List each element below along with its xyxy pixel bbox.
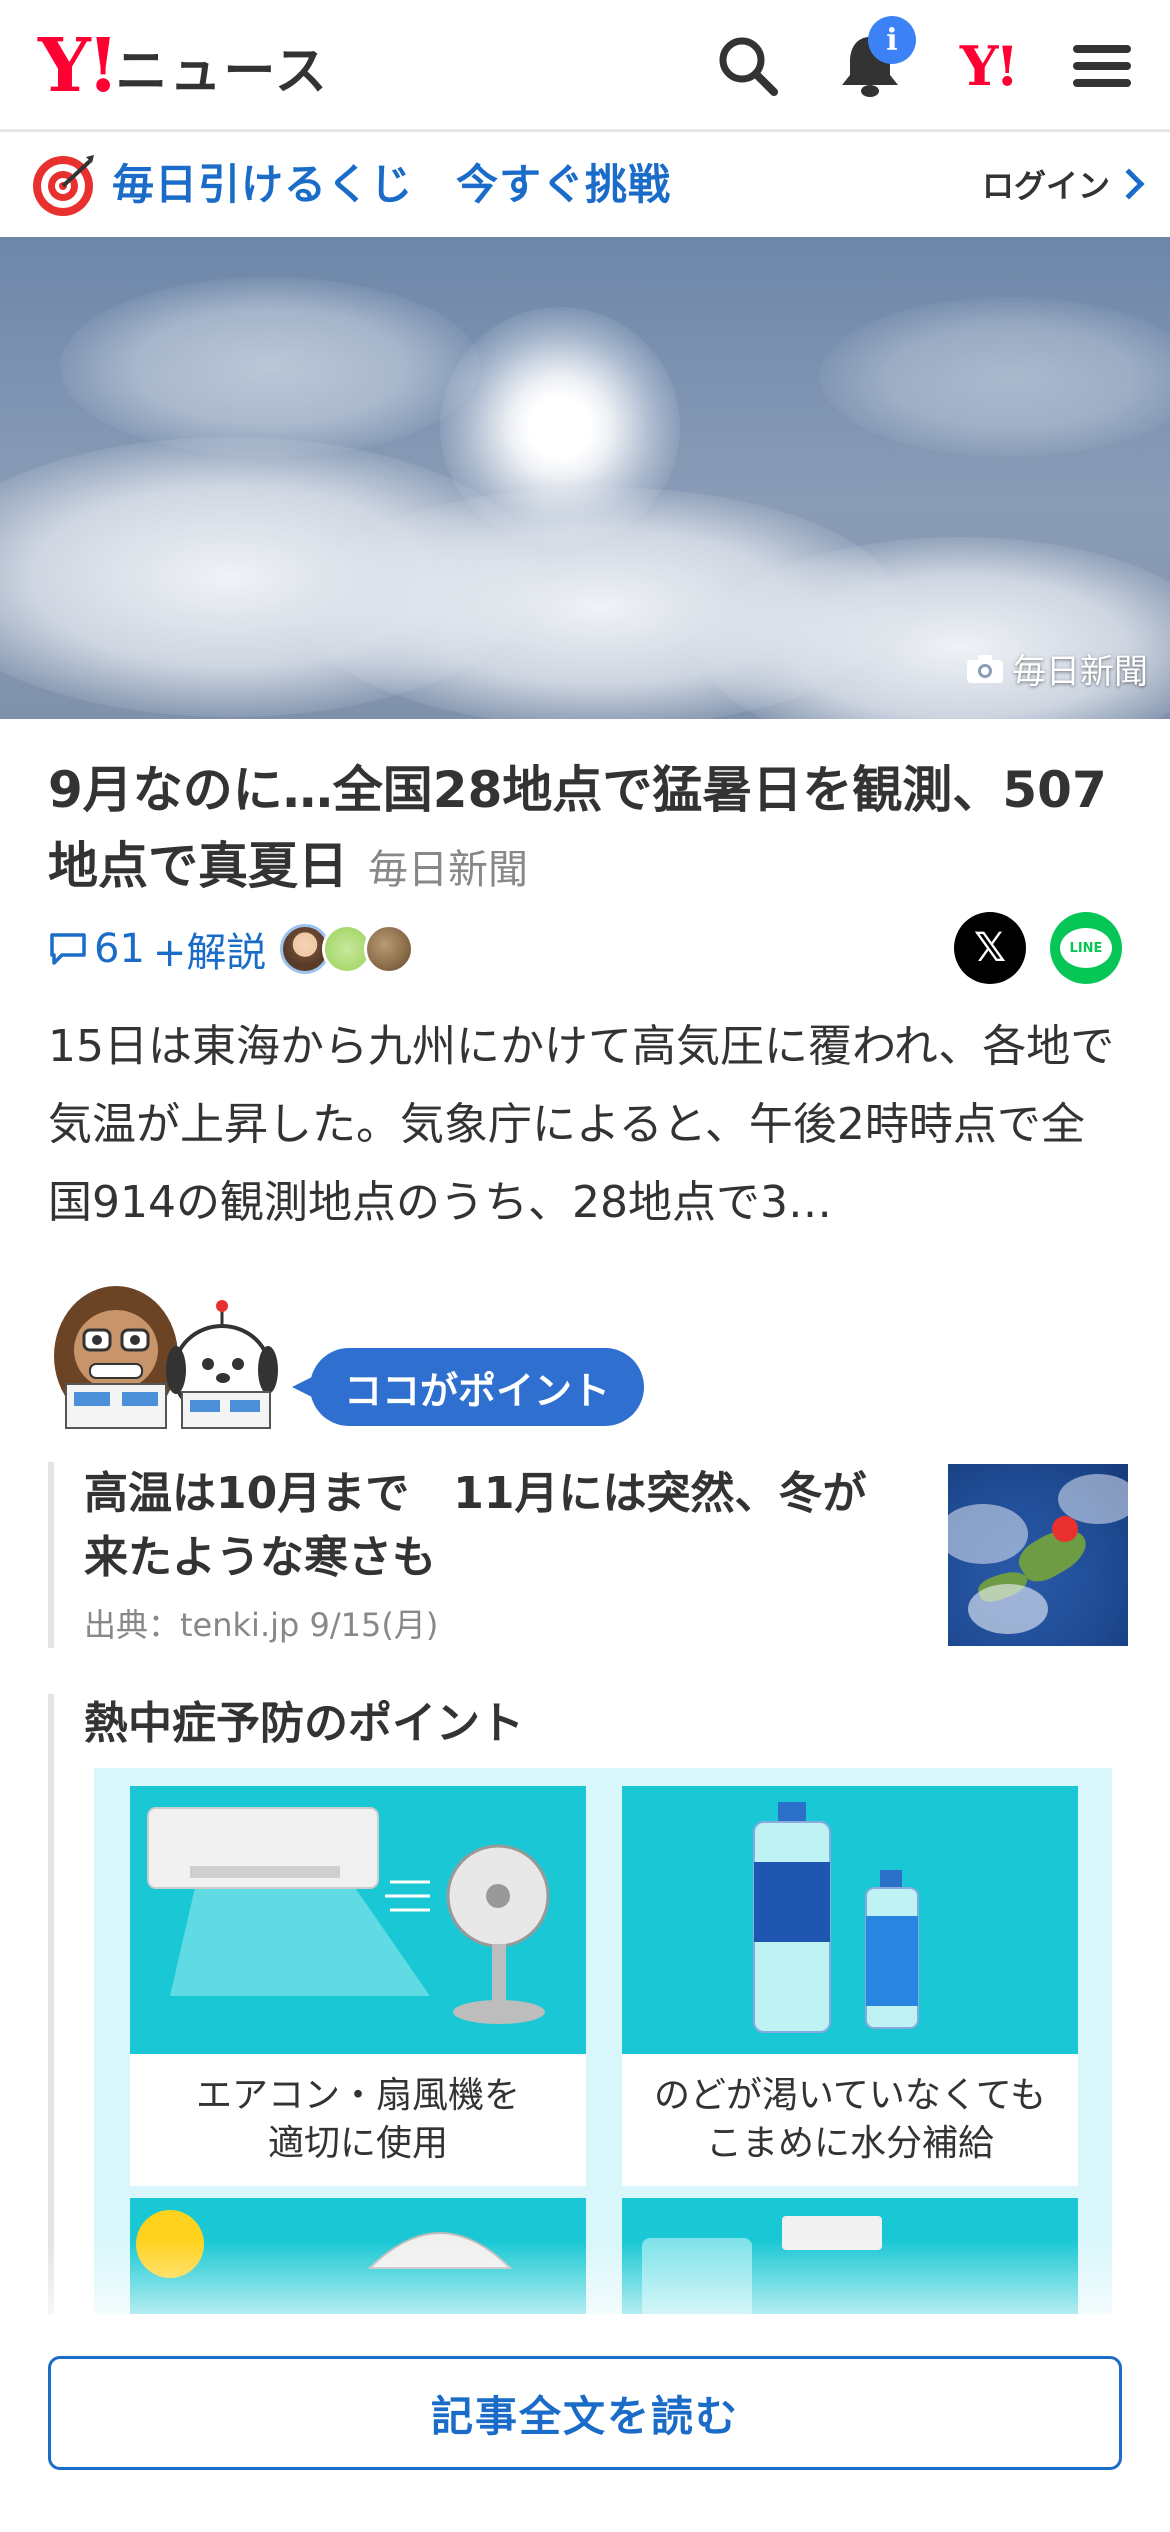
login-label: ログイン <box>981 167 1110 205</box>
x-logo-icon: 𝕏 <box>973 925 1007 971</box>
heatstroke-infographic[interactable]: エアコン・扇風機を 適切に使用 のどが渇いていなくても こまめに水分補給 <box>94 1768 1112 2314</box>
weather-map-thumbnail <box>948 1464 1128 1646</box>
share-line-button[interactable]: LINE <box>1050 912 1122 984</box>
tile-caption: のどが渇いていなくても こまめに水分補給 <box>622 2054 1078 2186</box>
water-bottles-illustration <box>622 1786 1078 2054</box>
aircon-fan-illustration <box>130 1786 586 2054</box>
related-article-title: 高温は10月まで 11月には突然、冬が来たような寒さも <box>84 1468 867 1583</box>
hamburger-menu-icon[interactable] <box>1064 28 1140 104</box>
caption-line: こまめに水分補給 <box>705 2123 994 2164</box>
chevron-right-icon <box>1113 168 1145 200</box>
read-full-article-button[interactable]: 記事全文を読む <box>48 2356 1122 2470</box>
share-x-button[interactable]: 𝕏 <box>954 912 1026 984</box>
article-source[interactable]: 毎日新聞 <box>368 847 528 893</box>
yahoo-news-logo[interactable]: Y! ニュース <box>38 26 329 106</box>
lottery-promo-bar[interactable]: 毎日引けるくじ 今すぐ挑戦 ログイン <box>0 135 1170 237</box>
search-icon[interactable] <box>710 28 786 104</box>
point-badge: ココがポイント <box>291 1348 645 1426</box>
comment-icon <box>50 933 86 965</box>
heatstroke-prevention-section: 熱中症予防のポイント エアコン・扇風機を 適切に使用 のどが渇いていなくても こ… <box>48 1694 1122 2314</box>
heatstroke-title: 熱中症予防のポイント <box>84 1698 524 1749</box>
yahoo-japan-icon[interactable]: Y! <box>950 28 1026 104</box>
related-article-link[interactable]: 高温は10月まで 11月には突然、冬が来たような寒さも 出典：tenki.jp … <box>48 1462 1128 1648</box>
article-hero-image[interactable]: 毎日新聞 <box>0 237 1170 719</box>
caption-line: 適切に使用 <box>267 2123 448 2164</box>
related-article-source: 出典：tenki.jp 9/15(月) <box>84 1606 439 1644</box>
logo-mark: Y! <box>38 23 119 109</box>
photo-credit-text: 毎日新聞 <box>1012 652 1148 692</box>
mascot-illustration <box>54 1286 278 1429</box>
login-link[interactable]: ログイン <box>981 161 1145 207</box>
target-icon <box>33 155 94 216</box>
top-header: Y! ニュース i Y! <box>0 0 1170 132</box>
tile-hydration: のどが渇いていなくても こまめに水分補給 <box>622 1786 1078 2186</box>
content-fade <box>0 2240 1170 2350</box>
comment-count: 61 <box>94 926 145 972</box>
expert-avatars <box>280 924 415 974</box>
commentary-label: +解説 <box>152 930 267 976</box>
tile-aircon-fan: エアコン・扇風機を 適切に使用 <box>130 1786 586 2186</box>
notification-bell-icon[interactable]: i <box>832 16 916 104</box>
notification-badge: i <box>868 16 916 64</box>
avatar <box>364 924 415 974</box>
sun-glare <box>440 307 680 547</box>
logo-text: ニュース <box>115 41 329 102</box>
tile-caption: エアコン・扇風機を 適切に使用 <box>130 2054 586 2186</box>
caption-line: エアコン・扇風機を <box>195 2075 520 2116</box>
comment-meta[interactable]: 61 +解説 <box>48 918 415 980</box>
photo-credit: 毎日新聞 <box>966 644 1148 693</box>
promo-text: 毎日引けるくじ 今すぐ挑戦 <box>112 160 672 209</box>
camera-icon <box>967 654 1003 683</box>
article-title-text: 9月なのに…全国28地点で猛暑日を観測、507地点で真夏日 <box>48 761 1107 895</box>
article-summary[interactable]: 15日は東海から九州にかけて高気圧に覆われ、各地で気温が上昇した。気象庁によると… <box>48 1008 1128 1242</box>
caption-line: のどが渇いていなくても <box>653 2075 1047 2116</box>
line-logo-icon: LINE <box>1060 928 1112 968</box>
article-title: 9月なのに…全国28地点で猛暑日を観測、507地点で真夏日 毎日新聞 <box>48 752 1128 908</box>
yahoo-japan-mark: Y! <box>959 34 1019 98</box>
